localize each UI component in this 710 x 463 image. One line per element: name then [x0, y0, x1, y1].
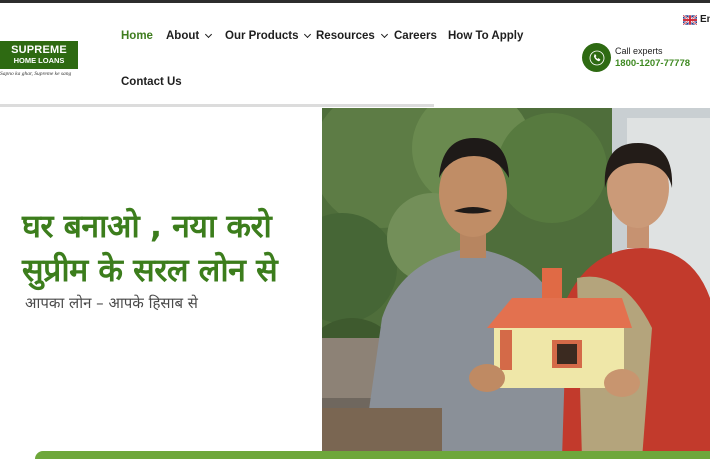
nav-home[interactable]: Home — [121, 30, 153, 42]
logo-name-line1: SUPREME — [11, 44, 67, 56]
hero-bottom-bar — [35, 451, 710, 459]
nav-contact-us[interactable]: Contact Us — [121, 76, 182, 88]
logo-tagline: Sapno ka ghar, Supreme ke sang — [0, 71, 72, 77]
nav-our-products[interactable]: Our Products — [225, 30, 312, 42]
hero-headline-line1: घर बनाओ , नया करो — [22, 207, 272, 245]
nav-contact-us-label[interactable]: Contact Us — [121, 76, 182, 88]
chevron-down-icon — [304, 30, 312, 39]
nav-resources[interactable]: Resources — [316, 30, 388, 42]
nav-careers-label[interactable]: Careers — [394, 30, 437, 42]
nav-about[interactable]: About — [166, 30, 213, 42]
call-number-link[interactable]: 1800-1207-77778 — [615, 57, 690, 71]
nav-careers[interactable]: Careers — [394, 30, 437, 42]
chevron-down-icon — [380, 30, 388, 39]
nav-home-label[interactable]: Home — [121, 30, 153, 42]
language-selector[interactable]: En — [683, 14, 710, 25]
top-border — [0, 0, 710, 3]
logo-box[interactable]: SUPREME HOME LOANS — [0, 41, 78, 69]
language-label[interactable]: En — [700, 14, 710, 25]
header-divider — [0, 104, 434, 107]
phone-icon[interactable] — [582, 43, 611, 72]
nav-how-to-apply[interactable]: How To Apply — [448, 30, 523, 42]
chevron-down-icon — [205, 30, 213, 39]
uk-flag-icon — [683, 14, 697, 25]
call-experts[interactable]: Call experts 1800-1207-77778 — [582, 43, 690, 72]
nav-our-products-label[interactable]: Our Products — [225, 30, 298, 42]
call-label: Call experts — [615, 45, 663, 56]
nav-how-to-apply-label[interactable]: How To Apply — [448, 30, 523, 42]
nav-resources-label[interactable]: Resources — [316, 30, 375, 42]
brand-logo[interactable]: SUPREME HOME LOANS Sapno ka ghar, Suprem… — [0, 41, 78, 77]
hero-subline: आपका लोन – आपके हिसाब से — [25, 294, 198, 312]
hero-headline-line2: सुप्रीम के सरल लोन से — [22, 251, 278, 289]
logo-name-line2: HOME LOANS — [13, 56, 65, 65]
nav-about-label[interactable]: About — [166, 30, 199, 42]
hero-image — [287, 88, 710, 459]
